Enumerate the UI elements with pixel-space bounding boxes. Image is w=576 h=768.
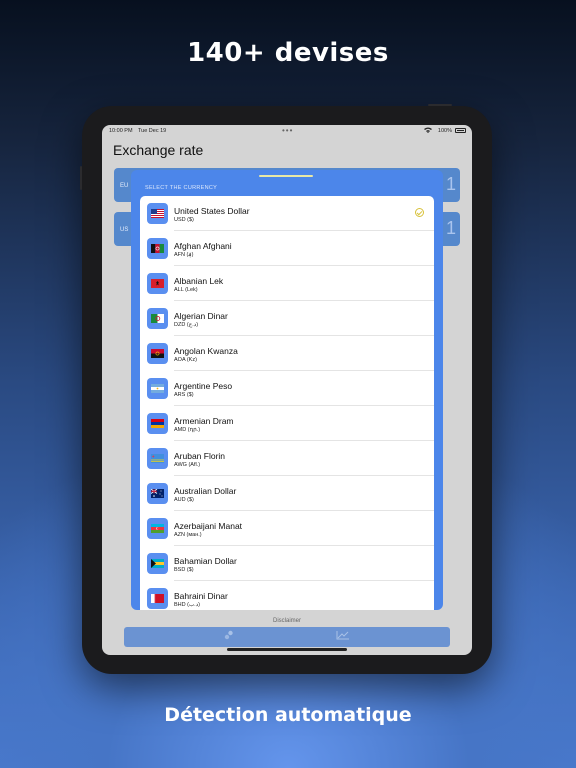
currency-row-usd[interactable]: United States Dollar USD ($) <box>140 196 434 231</box>
currency-name: Aruban Florin <box>174 451 226 461</box>
currency-name: Bahraini Dinar <box>174 591 228 601</box>
currency-row-bhd[interactable]: Bahraini Dinar BHD (د.ب) <box>140 581 434 610</box>
currency-row-all[interactable]: Albanian Lek ALL (Lek) <box>140 266 434 301</box>
tab-converter-icon[interactable] <box>224 630 234 643</box>
currency-code: AUD ($) <box>174 497 194 503</box>
status-time: 10:00 PM <box>109 128 133 134</box>
currency-name: Armenian Dram <box>174 416 234 426</box>
flag-icon-container <box>147 378 168 399</box>
flag-icon-container <box>147 448 168 469</box>
flag-icon-container <box>147 518 168 539</box>
currency-row-bsd[interactable]: Bahamian Dollar BSD ($) <box>140 546 434 581</box>
flag-icon-container <box>147 588 168 609</box>
albania-flag-icon <box>151 279 164 288</box>
flag-icon-container <box>147 308 168 329</box>
flag-icon-container <box>147 413 168 434</box>
currency-card-code: US <box>120 227 129 233</box>
currency-name: Afghan Afghani <box>174 241 232 251</box>
us-flag-icon <box>151 209 164 218</box>
currency-card-code: EU <box>120 183 129 189</box>
australia-flag-icon <box>151 489 164 498</box>
bahrain-flag-icon <box>151 594 164 603</box>
currency-row-dzd[interactable]: Algerian Dinar DZD (د.ج) <box>140 301 434 336</box>
currency-row-azn[interactable]: Azerbaijani Manat AZN (ман.) <box>140 511 434 546</box>
multitasking-dots-icon[interactable]: ••• <box>282 126 293 135</box>
currency-code: ALL (Lek) <box>174 287 198 293</box>
currency-code: ARS ($) <box>174 392 194 398</box>
flag-icon-container <box>147 273 168 294</box>
currency-row-afn[interactable]: Afghan Afghani AFN (؋) <box>140 231 434 266</box>
status-date: Tue Dec 19 <box>138 128 167 134</box>
flag-icon-container <box>147 203 168 224</box>
currency-code: AMD (դր.) <box>174 427 201 433</box>
afghanistan-flag-icon <box>151 244 164 253</box>
sheet-grabber[interactable] <box>259 175 313 177</box>
currency-name: Algerian Dinar <box>174 311 228 321</box>
currency-name: Azerbaijani Manat <box>174 521 243 531</box>
flag-icon-container <box>147 553 168 574</box>
device-screen: 10:00 PM Tue Dec 19 ••• 100% Exchange ra… <box>102 125 472 655</box>
currency-list[interactable]: United States Dollar USD ($) Afghan Afgh… <box>140 196 434 610</box>
status-bar: 10:00 PM Tue Dec 19 ••• 100% <box>102 125 472 137</box>
currency-row-awg[interactable]: Aruban Florin AWG (Afl.) <box>140 441 434 476</box>
currency-picker-sheet: SELECT THE CURRENCY United States Dollar… <box>131 170 443 610</box>
currency-row-ars[interactable]: Argentine Peso ARS ($) <box>140 371 434 406</box>
currency-name: Bahamian Dollar <box>174 556 237 566</box>
currency-row-amd[interactable]: Armenian Dram AMD (դր.) <box>140 406 434 441</box>
flag-icon-container <box>147 238 168 259</box>
currency-code: AOA (Kz) <box>174 357 197 363</box>
currency-card-amount: 1 <box>445 218 456 238</box>
currency-code: DZD (د.ج) <box>174 322 199 328</box>
aruba-flag-icon <box>151 454 164 463</box>
currency-code: AFN (؋) <box>174 252 194 258</box>
selected-check-icon <box>415 208 424 217</box>
disclaimer-link[interactable]: Disclaimer <box>102 618 472 624</box>
currency-code: BSD ($) <box>174 567 194 573</box>
volume-button <box>80 166 82 190</box>
marketing-headline: 140+ devises <box>187 38 389 68</box>
tab-bar <box>124 627 450 647</box>
currency-name: Australian Dollar <box>174 486 237 496</box>
wifi-icon <box>424 127 432 135</box>
currency-name: Angolan Kwanza <box>174 346 238 356</box>
currency-row-aoa[interactable]: Angolan Kwanza AOA (Kz) <box>140 336 434 371</box>
currency-row-aud[interactable]: Australian Dollar AUD ($) <box>140 476 434 511</box>
currency-name: Albanian Lek <box>174 276 224 286</box>
app-title: Exchange rate <box>113 142 204 158</box>
marketing-footer: Détection automatique <box>164 704 412 726</box>
battery-icon <box>455 128 466 133</box>
home-indicator[interactable] <box>227 648 347 651</box>
currency-code: AWG (Afl.) <box>174 462 201 468</box>
angola-flag-icon <box>151 349 164 358</box>
algeria-flag-icon <box>151 314 164 323</box>
currency-name: Argentine Peso <box>174 381 233 391</box>
azerbaijan-flag-icon <box>151 524 164 533</box>
tab-chart-icon[interactable] <box>336 630 350 643</box>
sheet-title: SELECT THE CURRENCY <box>145 185 218 191</box>
currency-code: AZN (ман.) <box>174 532 202 538</box>
currency-name: United States Dollar <box>174 206 250 216</box>
power-button <box>428 104 452 106</box>
armenia-flag-icon <box>151 419 164 428</box>
battery-percent: 100% <box>437 128 452 134</box>
bahamas-flag-icon <box>151 559 164 568</box>
currency-card-amount: 1 <box>445 174 456 194</box>
argentina-flag-icon <box>151 384 164 393</box>
currency-code: BHD (د.ب) <box>174 602 200 608</box>
flag-icon-container <box>147 343 168 364</box>
currency-code: USD ($) <box>174 217 194 223</box>
flag-icon-container <box>147 483 168 504</box>
